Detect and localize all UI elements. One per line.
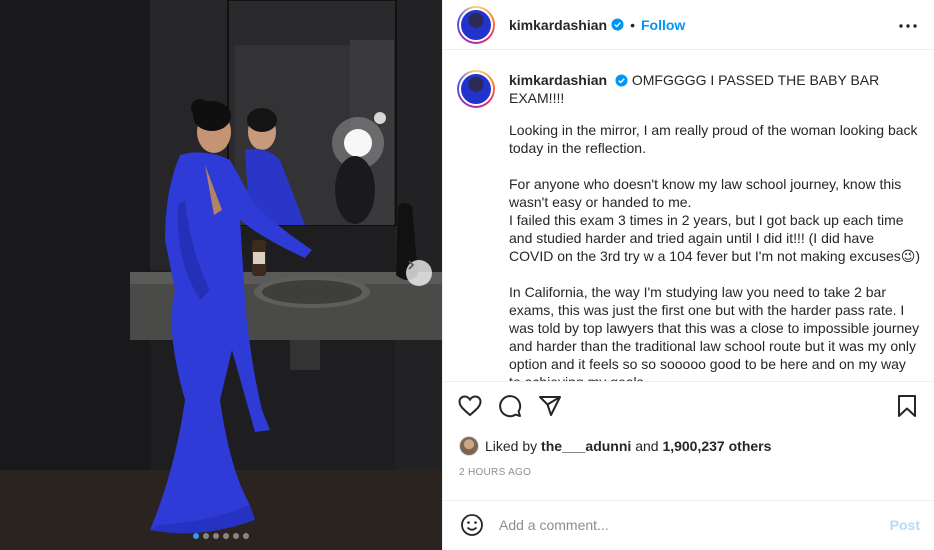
header-username[interactable]: kimkardashian [509, 17, 607, 33]
share-button[interactable] [537, 393, 563, 419]
caption-text: Looking in the mirror, I am really proud… [509, 122, 920, 381]
comment-bar: Post [443, 499, 934, 550]
header-bullet: • [630, 16, 635, 33]
carousel-dot [243, 533, 249, 539]
post-comment-button[interactable]: Post [890, 517, 920, 533]
likes-and: and [635, 438, 659, 455]
post-timestamp[interactable]: 2 HOURS AGO [443, 463, 934, 500]
comment-input[interactable] [499, 517, 890, 534]
carousel-dots [0, 533, 442, 539]
share-icon [539, 396, 561, 417]
avatar[interactable] [457, 5, 495, 44]
verified-badge-icon [615, 74, 628, 87]
bookmark-icon [898, 395, 916, 418]
carousel-dot [223, 533, 229, 539]
more-options-icon [899, 24, 917, 28]
more-options-button[interactable] [896, 14, 920, 38]
post-panel: kimkardashian • Follow kimkardashian OMF… [442, 0, 934, 550]
verified-badge-icon [611, 18, 624, 31]
comment-button[interactable] [497, 393, 523, 419]
follow-button[interactable]: Follow [641, 17, 685, 33]
post-photo[interactable] [0, 0, 442, 550]
like-button[interactable] [457, 393, 483, 419]
save-button[interactable] [894, 393, 920, 419]
caption-area: kimkardashian OMFGGGG I PASSED THE BABY … [443, 50, 934, 381]
comment-icon [499, 395, 522, 418]
carousel-dot [233, 533, 239, 539]
likes-line: Liked by the___adunni and 1,900,237 othe… [443, 430, 934, 463]
heart-icon [458, 395, 482, 417]
chevron-right-icon [408, 260, 415, 270]
next-slide-button[interactable] [406, 260, 432, 286]
carousel-dot [213, 533, 219, 539]
emoji-icon [461, 514, 483, 537]
post-header: kimkardashian • Follow [443, 0, 934, 51]
carousel-dot-active [193, 533, 199, 539]
caption-avatar[interactable] [457, 70, 495, 109]
carousel-dot [203, 533, 209, 539]
liker-avatar[interactable] [459, 436, 479, 457]
action-bar [443, 381, 934, 429]
emoji-button[interactable] [459, 512, 485, 538]
photo-illustration [0, 0, 442, 550]
caption-username[interactable]: kimkardashian [509, 72, 607, 88]
likes-count[interactable]: 1,900,237 others [662, 438, 771, 454]
likes-prefix: Liked by [485, 438, 538, 455]
liked-by-user[interactable]: the___adunni [541, 438, 631, 454]
